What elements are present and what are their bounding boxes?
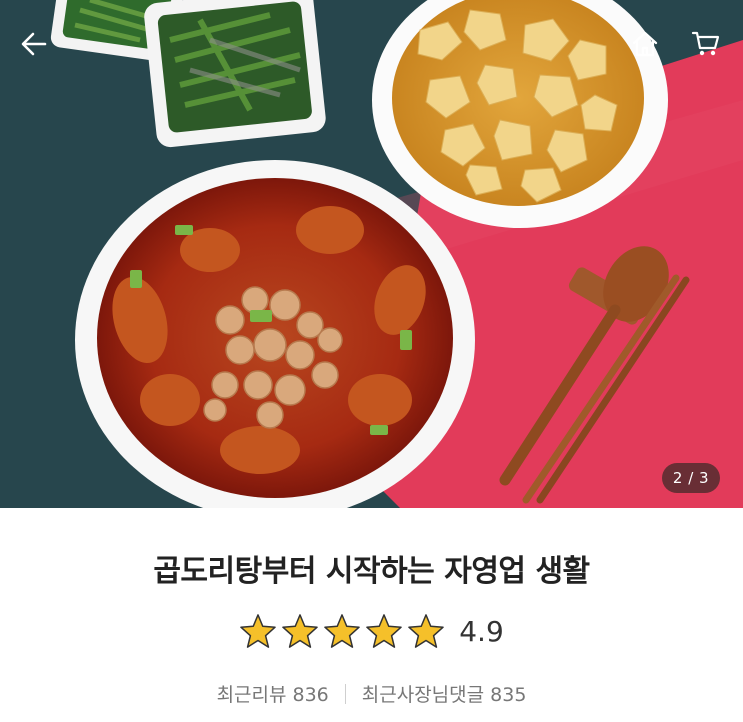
store-title: 곱도리탕부터 시작하는 자영업 생활 [153, 554, 590, 589]
store-info: 곱도리탕부터 시작하는 자영업 생활 4.9 최근리뷰 836 최근사장님댓글 83… [0, 508, 743, 722]
food-photo-gallery[interactable]: 2 / 3 [0, 0, 743, 508]
recent-reviews-label: 최근리뷰 [216, 684, 287, 706]
star-icon [240, 614, 277, 648]
back-button[interactable] [14, 24, 54, 64]
owner-replies-label: 최근사장님댓글 [361, 684, 485, 706]
home-button[interactable] [625, 24, 665, 64]
review-stats: 최근리뷰 836 최근사장님댓글 835 [0, 680, 743, 707]
star-icon [366, 614, 403, 648]
rating-value: 4.9 [459, 614, 504, 648]
owner-replies-count: 835 [490, 684, 527, 706]
store-detail-screen: 2 / 3 곱도리탕부터 시작하는 자영업 생활 4.9 최근리뷰 836 최근사… [0, 0, 743, 722]
owner-replies-link[interactable]: 최근사장님댓글 835 [362, 680, 527, 707]
cart-icon [691, 31, 720, 56]
star-icon [282, 614, 319, 648]
recent-reviews-count: 836 [292, 684, 329, 706]
divider [344, 683, 346, 704]
rating-row[interactable]: 4.9 [0, 613, 743, 649]
home-icon [632, 31, 658, 57]
recent-reviews-link[interactable]: 최근리뷰 836 [217, 680, 329, 707]
arrow-left-icon [21, 32, 47, 56]
star-icon [408, 614, 445, 648]
star-icon [324, 614, 361, 648]
rating-stars [239, 613, 445, 649]
photo-counter-badge: 2 / 3 [662, 463, 720, 493]
food-photo [0, 0, 743, 508]
cart-button[interactable] [686, 24, 726, 64]
